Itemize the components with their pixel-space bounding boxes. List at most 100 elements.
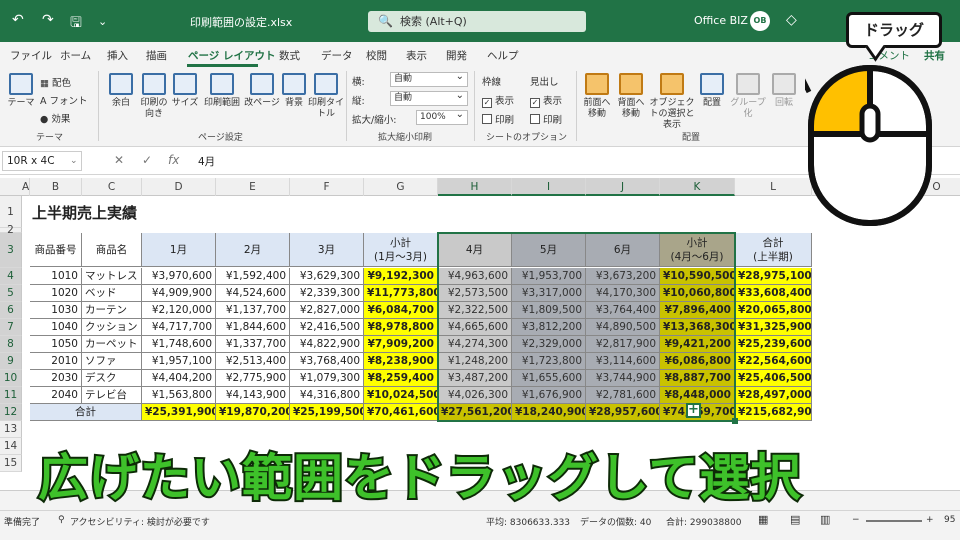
- table-header[interactable]: 6月: [586, 233, 660, 267]
- column-header-k[interactable]: K: [660, 178, 735, 196]
- table-header[interactable]: 合計 (上半期): [735, 233, 812, 267]
- table-cell[interactable]: 1010: [30, 268, 82, 285]
- table-cell[interactable]: ¥4,524,600: [216, 285, 290, 302]
- bring-forward-button[interactable]: 前面へ移動: [580, 73, 614, 120]
- size-button[interactable]: サイズ: [170, 73, 200, 109]
- menu-file[interactable]: ファイル: [10, 48, 52, 63]
- table-cell[interactable]: ¥1,592,400: [216, 268, 290, 285]
- menu-developer[interactable]: 開発: [446, 48, 467, 63]
- column-header-b[interactable]: B: [30, 178, 82, 196]
- column-header-a[interactable]: A: [22, 178, 30, 196]
- headings-print-checkbox[interactable]: 印刷: [530, 112, 562, 126]
- column-header-c[interactable]: C: [82, 178, 142, 196]
- row-header[interactable]: 9: [0, 353, 22, 370]
- column-header-f[interactable]: F: [290, 178, 364, 196]
- table-cell[interactable]: ベッド: [82, 285, 142, 302]
- table-cell[interactable]: ¥2,573,500: [438, 285, 512, 302]
- menu-home[interactable]: ホーム: [60, 48, 91, 63]
- total-cell[interactable]: ¥28,957,600: [586, 404, 660, 421]
- themes-button[interactable]: テーマ: [6, 73, 36, 109]
- table-cell[interactable]: ¥3,629,300: [290, 268, 364, 285]
- table-cell[interactable]: ¥4,963,600: [438, 268, 512, 285]
- table-cell[interactable]: ¥1,337,700: [216, 336, 290, 353]
- table-cell[interactable]: 2010: [30, 353, 82, 370]
- table-cell[interactable]: ¥1,953,700: [512, 268, 586, 285]
- table-cell[interactable]: ¥8,978,800: [364, 319, 438, 336]
- table-cell[interactable]: ¥2,827,000: [290, 302, 364, 319]
- table-cell[interactable]: クッション: [82, 319, 142, 336]
- table-cell[interactable]: 1020: [30, 285, 82, 302]
- table-cell[interactable]: カーペット: [82, 336, 142, 353]
- save-icon[interactable]: 🖫: [70, 12, 82, 36]
- customize-qat-icon[interactable]: ⌄: [98, 15, 107, 28]
- table-cell[interactable]: ¥3,317,000: [512, 285, 586, 302]
- table-cell[interactable]: ¥1,137,700: [216, 302, 290, 319]
- zoom-out-icon[interactable]: −: [852, 515, 860, 525]
- table-cell[interactable]: ¥3,487,200: [438, 370, 512, 387]
- table-cell[interactable]: ¥3,812,200: [512, 319, 586, 336]
- table-cell[interactable]: ¥4,316,800: [290, 387, 364, 404]
- table-header[interactable]: 商品名: [82, 233, 142, 267]
- table-cell[interactable]: ¥20,065,800: [735, 302, 812, 319]
- table-cell[interactable]: ¥28,975,100: [735, 268, 812, 285]
- table-cell[interactable]: ¥1,079,300: [290, 370, 364, 387]
- formula-value[interactable]: 4月: [198, 154, 215, 169]
- table-cell[interactable]: ¥2,416,500: [290, 319, 364, 336]
- accessibility-status[interactable]: アクセシビリティ: 検討が必要です: [70, 515, 210, 528]
- search-input[interactable]: 🔍 検索 (Alt+Q): [368, 11, 586, 32]
- zoom-level[interactable]: 95: [944, 515, 955, 525]
- table-cell[interactable]: ¥2,322,500: [438, 302, 512, 319]
- diamond-icon[interactable]: ◇: [786, 12, 797, 28]
- accessibility-icon[interactable]: ⚲: [58, 515, 65, 525]
- total-cell[interactable]: ¥70,461,600: [364, 404, 438, 421]
- table-cell[interactable]: ¥4,404,200: [142, 370, 216, 387]
- table-cell[interactable]: ¥3,970,600: [142, 268, 216, 285]
- headings-view-checkbox[interactable]: ✓ 表示: [530, 93, 562, 108]
- table-header[interactable]: 5月: [512, 233, 586, 267]
- total-cell[interactable]: ¥25,199,500: [290, 404, 364, 421]
- menu-page-layout[interactable]: ページ レイアウト: [188, 48, 275, 63]
- table-cell[interactable]: ¥8,887,700: [660, 370, 735, 387]
- zoom-in-icon[interactable]: +: [926, 515, 934, 525]
- row-header[interactable]: 7: [0, 319, 22, 336]
- total-cell[interactable]: ¥19,870,200: [216, 404, 290, 421]
- row-header[interactable]: 14: [0, 438, 22, 455]
- table-cell[interactable]: ¥4,665,600: [438, 319, 512, 336]
- cancel-icon[interactable]: ✕: [114, 153, 124, 167]
- table-cell[interactable]: 2040: [30, 387, 82, 404]
- height-select[interactable]: 自動: [390, 89, 468, 106]
- table-cell[interactable]: ¥1,809,500: [512, 302, 586, 319]
- gridlines-view-checkbox[interactable]: ✓ 表示: [482, 93, 514, 108]
- breaks-button[interactable]: 改ページ: [244, 73, 280, 109]
- colors-button[interactable]: ▦ 配色: [40, 75, 71, 89]
- fill-handle[interactable]: [732, 418, 738, 424]
- document-title[interactable]: 印刷範囲の設定.xlsx: [190, 14, 292, 30]
- total-cell[interactable]: ¥25,391,900: [142, 404, 216, 421]
- column-header-h[interactable]: H: [438, 178, 512, 196]
- table-cell[interactable]: ¥3,768,400: [290, 353, 364, 370]
- sheet-title[interactable]: 上半期売上実績: [32, 202, 137, 223]
- menu-view[interactable]: 表示: [406, 48, 427, 63]
- column-header-i[interactable]: I: [512, 178, 586, 196]
- table-cell[interactable]: ¥25,406,500: [735, 370, 812, 387]
- table-cell[interactable]: カーテン: [82, 302, 142, 319]
- row-header[interactable]: 13: [0, 421, 22, 438]
- normal-view-icon[interactable]: ▦: [758, 513, 768, 526]
- fonts-button[interactable]: A フォント: [40, 93, 88, 107]
- row-header[interactable]: 12: [0, 404, 22, 421]
- table-cell[interactable]: ¥4,026,300: [438, 387, 512, 404]
- row-header[interactable]: 10: [0, 370, 22, 387]
- menu-data[interactable]: データ: [321, 48, 353, 63]
- table-cell[interactable]: ¥8,238,900: [364, 353, 438, 370]
- table-cell[interactable]: ¥10,024,500: [364, 387, 438, 404]
- table-cell[interactable]: ¥1,655,600: [512, 370, 586, 387]
- table-cell[interactable]: 1040: [30, 319, 82, 336]
- table-cell[interactable]: ¥3,114,600: [586, 353, 660, 370]
- table-cell[interactable]: ¥4,143,900: [216, 387, 290, 404]
- table-header[interactable]: 小計 (4月〜6月): [660, 233, 735, 267]
- table-cell[interactable]: ¥1,563,800: [142, 387, 216, 404]
- table-cell[interactable]: ¥2,513,400: [216, 353, 290, 370]
- table-cell[interactable]: ¥4,717,700: [142, 319, 216, 336]
- table-cell[interactable]: ¥9,421,200: [660, 336, 735, 353]
- align-button[interactable]: 配置: [698, 73, 726, 109]
